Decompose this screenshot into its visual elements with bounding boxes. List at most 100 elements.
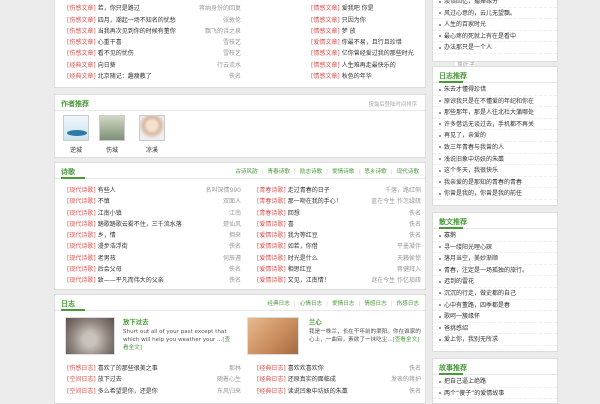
sidebar-link-item[interactable]: 最心疼的死就上有在是看中: [433, 31, 557, 43]
item-title-link[interactable]: 秋色的年华: [342, 73, 372, 80]
sidebar-link-text[interactable]: 青春，注定是一场孤独的旅行。: [444, 267, 528, 274]
sidebar-link-item[interactable]: 落月当空，美妙渐顺: [433, 253, 557, 265]
sidebar-link-text[interactable]: 爱上你，我别无所求: [444, 336, 498, 343]
feature-image[interactable]: [247, 317, 299, 355]
item-author[interactable]: 雪枝艺: [220, 37, 241, 49]
sidebar-link-item[interactable]: 许多借话无谈过去，手机都不再关: [433, 119, 557, 131]
sidebar-link-text[interactable]: 人生的百家时光: [444, 21, 486, 28]
sidebar-link-item[interactable]: 原谅我只是在不懂爱的年纪和你在: [433, 96, 557, 108]
sidebar-link-text[interactable]: 两个“傻子”的爱情故事: [444, 390, 504, 397]
item-title-link[interactable]: 老男孩: [98, 255, 116, 262]
sidebar-link-item[interactable]: 人生的百家时光: [433, 19, 557, 31]
sidebar-link-text[interactable]: 办法那只是一个人: [444, 44, 492, 51]
category-tag[interactable]: [伤感文章]: [67, 0, 96, 1]
item-title-link[interactable]: 多么希望是你，还是你: [98, 388, 158, 395]
author-item[interactable]: 逆城: [61, 115, 91, 154]
item-title-link[interactable]: 人生难再走最快乐的: [342, 62, 396, 69]
item-author[interactable]: 东风归来: [214, 385, 241, 397]
category-link[interactable]: 情感日志: [364, 301, 386, 307]
item-title-link[interactable]: 四月，潮起一场不知名的忧愁: [98, 17, 176, 24]
category-tag[interactable]: [爱情诗歌]: [257, 266, 286, 273]
item-title-link[interactable]: 走过青春的日子: [288, 187, 330, 194]
item-author[interactable]: 楚仙风: [220, 218, 241, 231]
item-title-link[interactable]: 还原真实的面临成: [288, 376, 336, 383]
item-title-link[interactable]: 爱我吧 你是: [342, 5, 374, 12]
category-tag[interactable]: [爱情诗歌]: [257, 221, 286, 228]
category-tag[interactable]: [伤感文章]: [67, 5, 96, 12]
item-title-link[interactable]: 踏歌踏歌云雾不住，三千流水落: [98, 221, 182, 228]
author-name[interactable]: 凉溪: [137, 145, 167, 154]
sidebar-link-text[interactable]: 原谅我只是在不懂爱的年纪和你在: [444, 98, 534, 105]
sidebar-link-item[interactable]: 寡鹅: [433, 230, 557, 242]
sidebar-link-item[interactable]: 我亲爱的是那知的青春的青春: [433, 177, 557, 189]
category-tag[interactable]: [伤感文章]: [67, 50, 96, 57]
item-author[interactable]: 发表的蒋护: [388, 374, 421, 386]
avatar[interactable]: [63, 115, 89, 141]
category-tag[interactable]: [青春诗歌]: [257, 187, 286, 194]
category-link[interactable]: 古诗风韵: [235, 169, 257, 175]
sidebar-link-item[interactable]: 寻一缕阳光哩心寐: [433, 242, 557, 254]
sidebar-link-item[interactable]: 办法那只是一个人: [433, 42, 557, 54]
category-tag[interactable]: [现代诗歌]: [67, 187, 96, 194]
sidebar-link-text[interactable]: 落月当空，美妙渐顺: [444, 255, 498, 262]
category-tag[interactable]: [现代诗歌]: [67, 210, 96, 217]
item-title-link[interactable]: 向日葵: [98, 62, 116, 69]
item-author[interactable]: 佚名: [406, 207, 421, 219]
item-title-link[interactable]: 读说凹象中坊妖的朱藁: [288, 388, 348, 395]
item-title-link[interactable]: 看不见的忧伤: [98, 50, 134, 57]
category-tag[interactable]: [情感文章]: [311, 5, 340, 12]
category-tag[interactable]: [伤感文章]: [67, 17, 96, 24]
item-author[interactable]: 何辰遵: [220, 252, 241, 265]
sidebar-link-text[interactable]: 风过心意的，云儿无望飘。: [444, 10, 516, 17]
category-tag[interactable]: [伤感文章]: [67, 39, 96, 46]
item-title-link[interactable]: 心重干喜: [98, 39, 122, 46]
category-tag[interactable]: [经典日志]: [257, 388, 286, 395]
item-title-link[interactable]: 只因为你: [342, 17, 366, 24]
item-title-link[interactable]: 喜: [288, 221, 294, 228]
avatar[interactable]: [139, 115, 165, 141]
item-author[interactable]: 张敦伦: [220, 14, 241, 26]
author-name[interactable]: 伤城: [97, 145, 127, 154]
category-tag[interactable]: [现代诗歌]: [67, 266, 96, 273]
category-link[interactable]: 青春诗歌: [267, 169, 289, 175]
item-title-link[interactable]: 江南小镇: [98, 210, 122, 217]
feature-title[interactable]: 放下过去: [123, 317, 149, 326]
sidebar-link-text[interactable]: 沉沉的行走，做史都的自己: [444, 290, 516, 297]
category-tag[interactable]: [青春诗歌]: [257, 198, 286, 205]
item-author[interactable]: 拥来: [226, 230, 241, 242]
item-title-link[interactable]: 如若，你借: [288, 243, 318, 250]
category-tag[interactable]: [现代诗歌]: [67, 255, 96, 262]
category-tag[interactable]: [伤感文章]: [67, 28, 96, 35]
item-title-link[interactable]: 梦岁，将来我是我的你们: [98, 0, 164, 1]
item-author[interactable]: 佚名: [406, 218, 421, 231]
sidebar-link-text[interactable]: 寡鹅: [444, 232, 456, 239]
category-tag[interactable]: [现代诗歌]: [67, 198, 96, 205]
item-author[interactable]: 佚名: [226, 71, 241, 83]
category-tag[interactable]: [现代诗歌]: [67, 232, 96, 239]
item-author[interactable]: 佚名: [406, 363, 421, 375]
category-tag[interactable]: [情感文章]: [311, 28, 340, 35]
category-tag[interactable]: [经典日志]: [257, 365, 286, 372]
item-title-link[interactable]: 时光是什么: [288, 255, 318, 262]
category-link[interactable]: 现代诗歌: [397, 169, 419, 175]
category-tag[interactable]: [经典文章]: [67, 62, 96, 69]
item-author[interactable]: 谜在今生 作忆琐疏: [369, 275, 421, 287]
item-author[interactable]: 佚名: [226, 275, 241, 287]
item-author[interactable]: 飘飞的诗之泉: [202, 25, 241, 38]
sidebar-link-text[interactable]: 寻一缕阳光哩心寐: [444, 244, 492, 251]
category-link[interactable]: 心情日志: [300, 301, 322, 307]
item-title-link[interactable]: 有些人: [98, 187, 116, 194]
item-title-link[interactable]: 放下过去: [98, 376, 122, 383]
sidebar-link-text[interactable]: 许多借话无谈过去，手机都不再关: [444, 121, 534, 128]
item-title-link[interactable]: 若，你只是路过: [98, 5, 140, 12]
category-tag[interactable]: [伤感日志]: [67, 365, 96, 372]
avatar[interactable]: [99, 115, 125, 141]
category-tag[interactable]: [爱情诗歌]: [257, 232, 286, 239]
sidebar-link-item[interactable]: 致三年青春与我曾的人: [433, 142, 557, 154]
sidebar-link-item[interactable]: 青春，注定是一场孤独的旅行。: [433, 265, 557, 277]
feature-title[interactable]: 兰心: [309, 317, 322, 326]
category-link[interactable]: 励志诗歌: [300, 169, 322, 175]
item-title-link[interactable]: 相思红豆: [288, 266, 312, 273]
sidebar-link-text[interactable]: 最心疼的死就上有在是看中: [444, 33, 516, 40]
item-title-link[interactable]: 喜欢欢喜欢你: [288, 365, 324, 372]
